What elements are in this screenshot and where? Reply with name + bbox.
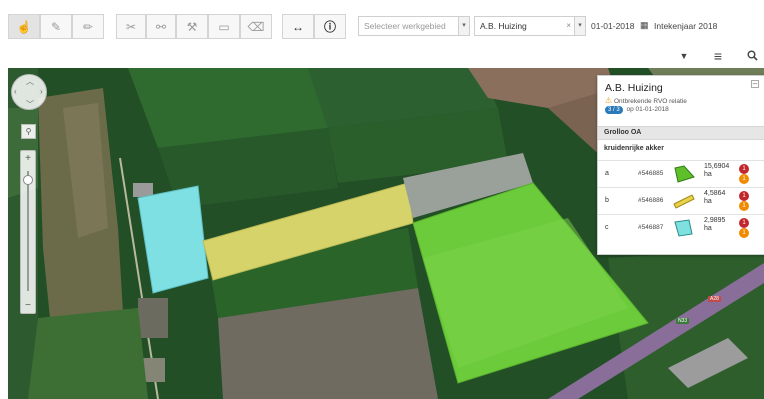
edit-tool-button[interactable]: ✏: [72, 14, 104, 39]
parcel-letter: a: [605, 170, 609, 177]
parcel-id[interactable]: #546885: [638, 170, 663, 177]
warning-badge[interactable]: 1: [739, 228, 749, 238]
company-select-value: A.B. Huizing: [480, 21, 527, 31]
menu-button[interactable]: ≡: [706, 43, 730, 68]
panel-title: A.B. Huizing: [605, 82, 663, 94]
area-select-placeholder: Selecteer werkgebied: [364, 21, 446, 31]
company-select[interactable]: A.B. Huizing × ▾: [474, 16, 586, 36]
locate-button[interactable]: ⚲: [21, 124, 36, 139]
search-icon: [747, 50, 758, 61]
parcel-info-panel: A.B. Huizing – ⚠ Ontbrekende RVO relatie…: [597, 75, 764, 255]
parcel-letter: c: [605, 224, 609, 231]
date-text: op 01-01-2018: [626, 106, 669, 113]
pan-left-icon[interactable]: ‹: [14, 87, 17, 96]
pan-right-icon[interactable]: ›: [40, 87, 43, 96]
pen-icon: ✎: [50, 19, 62, 34]
warning-badge[interactable]: 1: [739, 174, 749, 184]
parcel-row[interactable]: a #546885 15,6904 ha 1 1: [598, 160, 764, 187]
edit-note-icon: ▭: [218, 19, 230, 34]
map-pin-icon: ⚲: [25, 127, 32, 136]
pan-down-icon[interactable]: ﹀: [26, 99, 34, 110]
parcel-row[interactable]: b #546886 4,5864 ha 1 1: [598, 187, 764, 214]
pencil-icon: ✏: [82, 19, 94, 34]
scissors-icon: ✂: [125, 19, 137, 34]
info-tool-button[interactable]: ⓘ: [314, 14, 346, 39]
chevron-down-icon[interactable]: ▾: [458, 17, 469, 35]
warning-text: Ontbrekende RVO relatie: [613, 98, 687, 105]
wrench-tool-button[interactable]: ⚒: [176, 14, 208, 39]
warning-icon: ⚠: [605, 96, 613, 105]
date-field[interactable]: 01-01-2018: [591, 21, 634, 31]
note-tool-button[interactable]: ▭: [208, 14, 240, 39]
link-tool-button[interactable]: ⚯: [146, 14, 176, 39]
filter-icon: ▼: [679, 50, 689, 61]
draw-tool-button[interactable]: ✎: [40, 14, 72, 39]
parcel-area: 15,6904 ha: [704, 163, 730, 178]
wrench-icon: ⚒: [186, 19, 198, 34]
zoom-out-button[interactable]: −: [21, 300, 35, 311]
zoom-handle[interactable]: [23, 175, 33, 185]
zoom-slider[interactable]: + −: [20, 150, 36, 314]
clear-icon[interactable]: ×: [566, 17, 571, 35]
parcel-shape-icon: [674, 219, 693, 237]
toolbar: ☝ ✎ ✏ ✂ ⚯ ⚒ ▭ ⌫ ↔ ⓘ Selecteer werkgebied…: [0, 0, 764, 68]
measure-tool-button[interactable]: ↔: [282, 14, 314, 39]
arrows-horizontal-icon: ↔: [292, 19, 304, 34]
cut-tool-button[interactable]: ✂: [116, 14, 146, 39]
info-icon: ⓘ: [323, 20, 336, 34]
date-row: 3 / 3 op 01-01-2018: [605, 106, 669, 114]
error-badge[interactable]: 1: [739, 218, 749, 228]
search-button[interactable]: [740, 43, 764, 68]
pointer-hand-icon: ☝: [16, 19, 32, 34]
eraser-tool-button[interactable]: ⌫: [240, 14, 272, 39]
parcel-area: 2,9895 ha: [704, 217, 726, 232]
road-label-n33: N33: [676, 318, 690, 324]
pan-up-icon[interactable]: ︿: [26, 76, 34, 87]
select-tool-button[interactable]: ☝: [8, 14, 40, 39]
group-header[interactable]: Grolloo OA: [598, 126, 764, 140]
zoom-track[interactable]: [27, 171, 29, 291]
link-icon: ⚯: [155, 19, 167, 34]
error-badge[interactable]: 1: [739, 164, 749, 174]
hamburger-menu-icon: ≡: [713, 47, 723, 64]
parcel-area: 4,5864 ha: [704, 190, 726, 205]
parcel-letter: b: [605, 197, 609, 204]
error-badge[interactable]: 1: [739, 191, 749, 201]
parcel-id[interactable]: #546887: [638, 224, 663, 231]
pan-control[interactable]: ︿ ﹀ ‹ ›: [11, 74, 47, 110]
calendar-icon[interactable]: ▦: [640, 20, 649, 31]
parcel-type-header: kruidenrijke akker: [604, 145, 664, 152]
zoom-in-button[interactable]: +: [21, 153, 35, 164]
filter-button[interactable]: ▼: [672, 43, 696, 68]
chevron-down-icon[interactable]: ▾: [574, 17, 585, 35]
warning-row: ⚠ Ontbrekende RVO relatie: [605, 96, 687, 105]
eraser-icon: ⌫: [247, 19, 265, 34]
count-badge: 3 / 3: [605, 106, 623, 114]
year-label: Intekenjaar 2018: [654, 21, 718, 31]
parcel-id[interactable]: #546886: [638, 197, 663, 204]
parcel-shape-icon: [674, 165, 695, 183]
parcel-shape-icon: [673, 194, 695, 209]
collapse-icon[interactable]: –: [751, 80, 759, 88]
parcel-row[interactable]: c #546887 2,9895 ha 1 1: [598, 214, 764, 241]
road-label-a28: A28: [708, 296, 721, 302]
area-select[interactable]: Selecteer werkgebied ▾: [358, 16, 470, 36]
warning-badge[interactable]: 1: [739, 201, 749, 211]
